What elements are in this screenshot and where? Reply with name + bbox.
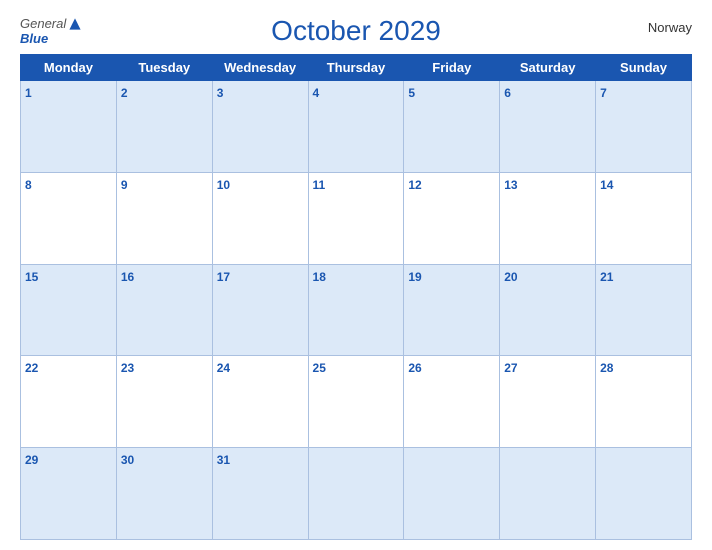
day-number: 26	[408, 361, 421, 375]
calendar-cell: 11	[308, 172, 404, 264]
days-header-row: Monday Tuesday Wednesday Thursday Friday…	[21, 55, 692, 81]
calendar-cell: 6	[500, 81, 596, 173]
calendar-cell: 7	[596, 81, 692, 173]
col-saturday: Saturday	[500, 55, 596, 81]
col-monday: Monday	[21, 55, 117, 81]
day-number: 23	[121, 361, 134, 375]
day-number: 3	[217, 86, 224, 100]
day-number: 28	[600, 361, 613, 375]
day-number: 7	[600, 86, 607, 100]
calendar-cell: 19	[404, 264, 500, 356]
calendar-cell: 4	[308, 81, 404, 173]
day-number: 27	[504, 361, 517, 375]
day-number: 9	[121, 178, 128, 192]
calendar-cell	[404, 448, 500, 540]
logo-general-text: General	[20, 16, 66, 31]
day-number: 20	[504, 270, 517, 284]
day-number: 25	[313, 361, 326, 375]
day-number: 30	[121, 453, 134, 467]
calendar-cell: 24	[212, 356, 308, 448]
day-number: 19	[408, 270, 421, 284]
calendar-cell: 26	[404, 356, 500, 448]
day-number: 2	[121, 86, 128, 100]
col-tuesday: Tuesday	[116, 55, 212, 81]
calendar-cell: 30	[116, 448, 212, 540]
day-number: 1	[25, 86, 32, 100]
calendar-cell: 3	[212, 81, 308, 173]
col-wednesday: Wednesday	[212, 55, 308, 81]
col-sunday: Sunday	[596, 55, 692, 81]
country-label: Norway	[648, 20, 692, 35]
calendar-cell: 20	[500, 264, 596, 356]
day-number: 5	[408, 86, 415, 100]
calendar-cell	[308, 448, 404, 540]
calendar-cell: 16	[116, 264, 212, 356]
logo: General Blue	[20, 16, 82, 46]
calendar-cell: 1	[21, 81, 117, 173]
day-number: 14	[600, 178, 613, 192]
calendar-cell: 12	[404, 172, 500, 264]
calendar-cell: 22	[21, 356, 117, 448]
calendar-cell	[500, 448, 596, 540]
calendar-cell: 18	[308, 264, 404, 356]
calendar-cell: 27	[500, 356, 596, 448]
calendar-row-4: 22 23 24 25 26 27 28	[21, 356, 692, 448]
calendar-cell: 31	[212, 448, 308, 540]
col-thursday: Thursday	[308, 55, 404, 81]
calendar-row-5: 29 30 31	[21, 448, 692, 540]
day-number: 11	[313, 178, 326, 192]
calendar-cell: 23	[116, 356, 212, 448]
day-number: 12	[408, 178, 421, 192]
calendar-cell: 29	[21, 448, 117, 540]
calendar-cell: 15	[21, 264, 117, 356]
day-number: 18	[313, 270, 326, 284]
calendar-cell: 10	[212, 172, 308, 264]
calendar-cell: 17	[212, 264, 308, 356]
calendar-header: General Blue October 2029 Norway	[20, 10, 692, 50]
month-title: October 2029	[271, 15, 441, 47]
calendar-cell: 9	[116, 172, 212, 264]
calendar-row-1: 1 2 3 4 5 6 7	[21, 81, 692, 173]
calendar-table: Monday Tuesday Wednesday Thursday Friday…	[20, 54, 692, 540]
day-number: 21	[600, 270, 613, 284]
col-friday: Friday	[404, 55, 500, 81]
logo-blue-text: Blue	[20, 31, 48, 46]
day-number: 13	[504, 178, 517, 192]
day-number: 17	[217, 270, 230, 284]
day-number: 15	[25, 270, 38, 284]
day-number: 22	[25, 361, 38, 375]
calendar-cell: 8	[21, 172, 117, 264]
day-number: 24	[217, 361, 230, 375]
calendar-cell: 21	[596, 264, 692, 356]
day-number: 16	[121, 270, 134, 284]
calendar-cell: 28	[596, 356, 692, 448]
calendar-cell	[596, 448, 692, 540]
logo-icon	[68, 17, 82, 31]
calendar-body: 1234567891011121314151617181920212223242…	[21, 81, 692, 540]
day-number: 8	[25, 178, 32, 192]
calendar-cell: 2	[116, 81, 212, 173]
calendar-row-2: 8 9 10 11 12 13 14	[21, 172, 692, 264]
calendar-cell: 13	[500, 172, 596, 264]
calendar-cell: 5	[404, 81, 500, 173]
day-number: 10	[217, 178, 230, 192]
day-number: 4	[313, 86, 320, 100]
day-number: 29	[25, 453, 38, 467]
day-number: 31	[217, 453, 230, 467]
calendar-row-3: 15 16 17 18 19 20 21	[21, 264, 692, 356]
calendar-cell: 14	[596, 172, 692, 264]
calendar-cell: 25	[308, 356, 404, 448]
day-number: 6	[504, 86, 511, 100]
